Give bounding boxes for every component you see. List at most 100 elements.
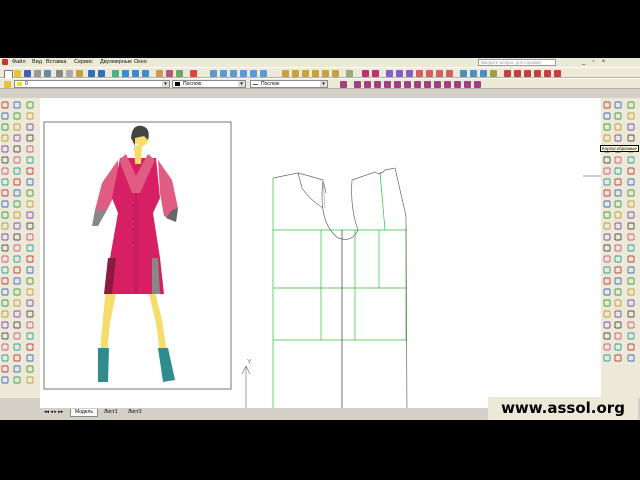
draw-tool-icon[interactable]: [1, 332, 9, 340]
draw-tool-icon[interactable]: [1, 376, 9, 384]
menu-file[interactable]: Файл: [12, 59, 26, 65]
draw-tool-icon[interactable]: [13, 321, 21, 329]
pattern-tool-icon[interactable]: [627, 233, 635, 241]
draw-tool-icon[interactable]: [26, 123, 34, 131]
draw-tool-icon[interactable]: [13, 101, 21, 109]
draw-tool-icon[interactable]: [13, 200, 21, 208]
pocket-icon[interactable]: [394, 80, 401, 88]
offset-icon[interactable]: [396, 69, 403, 77]
curve-icon[interactable]: [416, 69, 423, 77]
menu-insert[interactable]: Вставка: [46, 59, 66, 65]
draw-tool-icon[interactable]: [13, 255, 21, 263]
pattern-tool-icon[interactable]: [627, 123, 635, 131]
grain-line-icon[interactable]: [460, 69, 467, 77]
tab-nav-arrows[interactable]: ◂◂ ◂ ▸ ▸▸: [40, 409, 67, 416]
draw-tool-icon[interactable]: [26, 255, 34, 263]
pattern-tool-icon[interactable]: [603, 211, 611, 219]
notch-icon[interactable]: [436, 69, 443, 77]
draw-tool-icon[interactable]: [13, 310, 21, 318]
dim-baseline-icon[interactable]: [322, 69, 329, 77]
draw-tool-icon[interactable]: [26, 332, 34, 340]
draw-tool-icon[interactable]: [1, 266, 9, 274]
draw-tool-icon[interactable]: [26, 343, 34, 351]
zoom-all-icon[interactable]: [230, 69, 237, 77]
save-icon[interactable]: [24, 69, 31, 77]
menu-service[interactable]: Сервис: [74, 59, 93, 65]
mirror-icon[interactable]: [406, 69, 413, 77]
pattern-tool-icon[interactable]: [627, 178, 635, 186]
pattern-tool-icon[interactable]: [603, 244, 611, 252]
pattern-tool-icon[interactable]: [627, 101, 635, 109]
draw-tool-icon[interactable]: [26, 321, 34, 329]
pattern-tool-icon[interactable]: [614, 167, 622, 175]
pattern-tool-icon[interactable]: [603, 321, 611, 329]
pattern-tool-icon[interactable]: [627, 354, 635, 362]
draw-tool-icon[interactable]: [1, 343, 9, 351]
pattern-tool-icon[interactable]: [627, 266, 635, 274]
pattern-tool-icon[interactable]: [627, 332, 635, 340]
draw-tool-icon[interactable]: [26, 266, 34, 274]
zoom-realtime-icon[interactable]: [122, 69, 129, 77]
seam-icon[interactable]: [446, 69, 453, 77]
draw-tool-icon[interactable]: [13, 222, 21, 230]
draw-tool-icon[interactable]: [26, 178, 34, 186]
draw-tool-icon[interactable]: [13, 112, 21, 120]
draw-tool-icon[interactable]: [13, 134, 21, 142]
open-folder-icon[interactable]: [14, 69, 21, 77]
drawing-canvas[interactable]: Y X: [40, 98, 601, 420]
pattern-tool-icon[interactable]: [603, 266, 611, 274]
draw-tool-icon[interactable]: [13, 167, 21, 175]
extend-icon[interactable]: [524, 69, 531, 77]
draw-tools-icons[interactable]: [0, 98, 40, 398]
layer-select[interactable]: 0 ▾: [14, 80, 170, 88]
lining-icon[interactable]: [414, 80, 421, 88]
pattern-tool-icon[interactable]: [603, 156, 611, 164]
zoom-scale-icon[interactable]: [250, 69, 257, 77]
cuff-icon[interactable]: [434, 80, 441, 88]
pattern-tool-icon[interactable]: [627, 156, 635, 164]
pattern-tool-icon[interactable]: [627, 189, 635, 197]
front-icon[interactable]: [354, 80, 361, 88]
tab-sheet1[interactable]: Лист1: [100, 409, 122, 416]
dim-continue-icon[interactable]: [332, 69, 339, 77]
close-icon[interactable]: ×: [600, 59, 607, 66]
pattern-tool-icon[interactable]: [603, 332, 611, 340]
linetype-select[interactable]: Послою ▾: [250, 80, 328, 88]
pattern-tool-icon[interactable]: [627, 277, 635, 285]
draw-tool-icon[interactable]: [13, 189, 21, 197]
label-icon[interactable]: [470, 69, 477, 77]
draw-tool-icon[interactable]: [13, 288, 21, 296]
draw-tool-icon[interactable]: [1, 200, 9, 208]
pattern-tool-icon[interactable]: [603, 288, 611, 296]
pattern-tool-icon[interactable]: [603, 178, 611, 186]
pattern-tool-icon[interactable]: [627, 167, 635, 175]
pattern-tool-icon[interactable]: [614, 233, 622, 241]
sleeve-icon[interactable]: [374, 80, 381, 88]
pattern-tool-icon[interactable]: [614, 255, 622, 263]
layout-icon[interactable]: [490, 69, 497, 77]
design-center-icon[interactable]: [166, 69, 173, 77]
pattern-tool-icon[interactable]: [603, 233, 611, 241]
pattern-tool-icon[interactable]: [627, 343, 635, 351]
pattern-tool-icon[interactable]: [603, 310, 611, 318]
pattern-tool-icon[interactable]: [603, 200, 611, 208]
pattern-tool-icon[interactable]: [614, 266, 622, 274]
help-search-input[interactable]: Введите вопрос для справки: [478, 59, 556, 66]
zoom-extents-icon[interactable]: [240, 69, 247, 77]
dim-linear-icon[interactable]: [282, 69, 289, 77]
draw-tool-icon[interactable]: [1, 244, 9, 252]
tolerance-icon[interactable]: [346, 69, 353, 77]
pattern-tool-icon[interactable]: [603, 189, 611, 197]
pattern-tool-icon[interactable]: [627, 310, 635, 318]
draw-tool-icon[interactable]: [13, 178, 21, 186]
pattern-tool-icon[interactable]: [603, 101, 611, 109]
draw-tool-icon[interactable]: [26, 222, 34, 230]
draw-tool-icon[interactable]: [13, 277, 21, 285]
pattern-tool-icon[interactable]: [614, 343, 622, 351]
pattern-tool-icon[interactable]: [627, 299, 635, 307]
pattern-tool-icon[interactable]: [614, 156, 622, 164]
draw-tool-icon[interactable]: [13, 244, 21, 252]
belt-icon[interactable]: [444, 80, 451, 88]
draw-tool-icon[interactable]: [1, 167, 9, 175]
draw-tool-icon[interactable]: [13, 123, 21, 131]
